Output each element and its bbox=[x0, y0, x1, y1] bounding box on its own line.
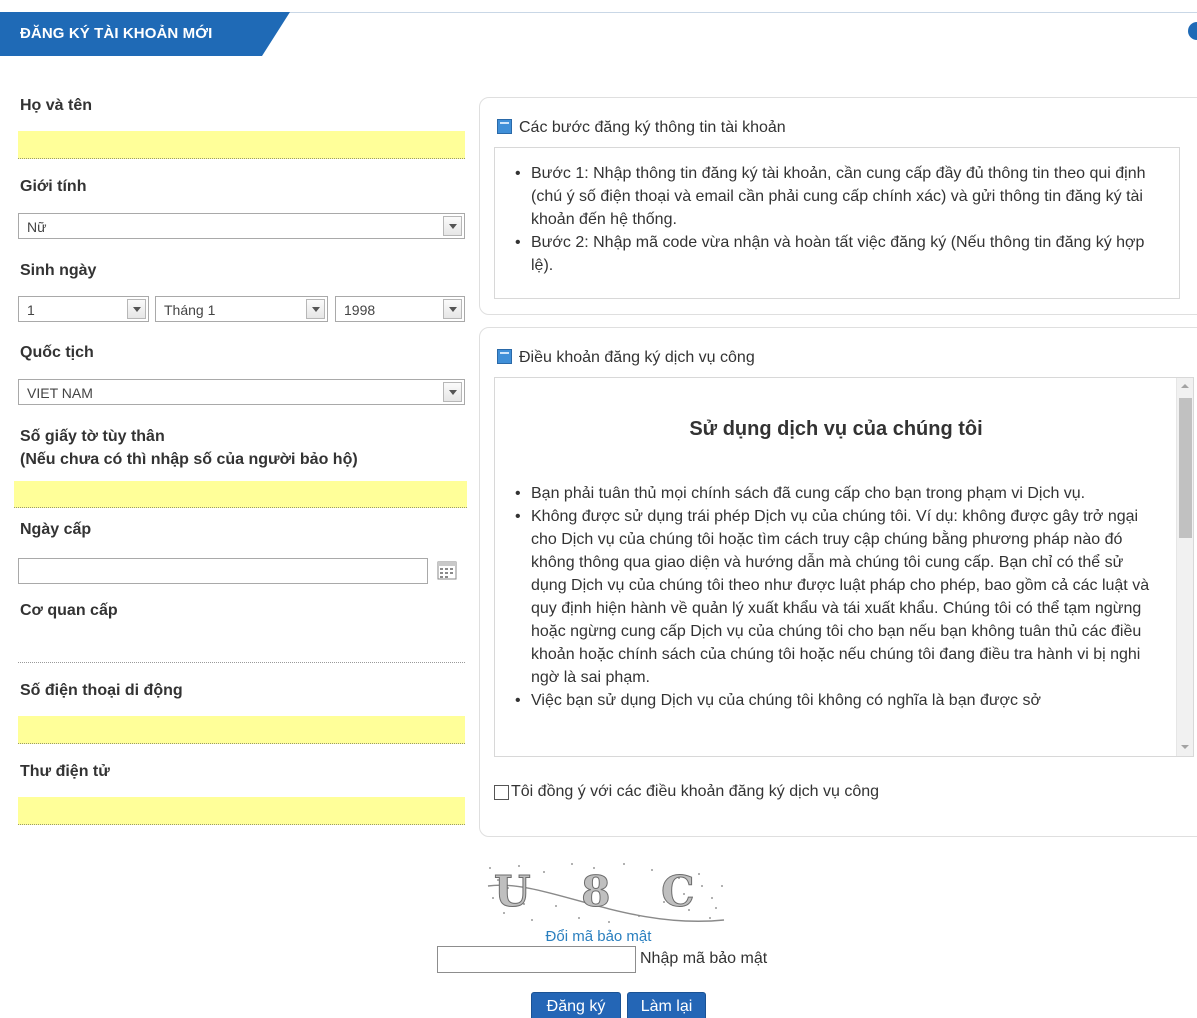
email-input[interactable] bbox=[18, 797, 465, 825]
birth-month-value: Tháng 1 bbox=[164, 302, 216, 318]
terms-title: Điều khoản đăng ký dịch vụ công bbox=[519, 349, 755, 366]
birth-day-select[interactable]: 1 bbox=[18, 296, 149, 322]
register-button[interactable]: Đăng ký bbox=[531, 992, 621, 1018]
nationality-select[interactable]: VIET NAM bbox=[18, 379, 465, 405]
help-icon[interactable] bbox=[1188, 22, 1197, 40]
birth-year-value: 1998 bbox=[344, 302, 376, 318]
gender-selected-value: Nữ bbox=[27, 219, 47, 235]
agree-terms[interactable]: Tôi đồng ý với các điều khoản đăng ký dị… bbox=[494, 783, 879, 801]
scrollbar-thumb[interactable] bbox=[1179, 398, 1192, 538]
terms-item: Không được sử dụng trái phép Dịch vụ của… bbox=[515, 505, 1155, 689]
info-icon bbox=[497, 349, 512, 364]
id-number-label: Số giấy tờ tùy thân bbox=[20, 428, 165, 445]
terms-content: Sử dụng dịch vụ của chúng tôi Bạn phải t… bbox=[495, 378, 1177, 756]
issue-date-input[interactable] bbox=[18, 558, 428, 584]
page-title: ĐĂNG KÝ TÀI KHOẢN MỚI bbox=[20, 25, 213, 42]
gender-label: Giới tính bbox=[20, 178, 87, 195]
terms-item: Bạn phải tuân thủ mọi chính sách đã cung… bbox=[515, 482, 1155, 505]
terms-scrollbar[interactable] bbox=[1176, 378, 1193, 756]
birth-day-value: 1 bbox=[27, 302, 35, 318]
chevron-down-icon[interactable] bbox=[127, 299, 146, 319]
captcha-input[interactable] bbox=[437, 946, 636, 973]
terms-heading: Sử dụng dịch vụ của chúng tôi bbox=[689, 418, 983, 440]
chevron-down-icon[interactable] bbox=[443, 299, 462, 319]
calendar-icon[interactable] bbox=[437, 561, 457, 580]
full-name-input[interactable] bbox=[18, 131, 465, 159]
id-number-input[interactable] bbox=[14, 481, 467, 508]
captcha-image: U 8 C bbox=[487, 863, 725, 923]
birth-month-select[interactable]: Tháng 1 bbox=[155, 296, 328, 322]
info-icon bbox=[497, 119, 512, 134]
chevron-down-icon[interactable] bbox=[443, 216, 462, 236]
id-number-sublabel: (Nếu chưa có thì nhập số của người bảo h… bbox=[20, 451, 358, 468]
gender-select[interactable]: Nữ bbox=[18, 213, 465, 239]
chevron-down-icon[interactable] bbox=[306, 299, 325, 319]
agree-label: Tôi đồng ý với các điều khoản đăng ký dị… bbox=[511, 783, 880, 800]
scroll-down-icon[interactable] bbox=[1177, 739, 1193, 756]
step-item: Bước 2: Nhập mã code vừa nhận và hoàn tấ… bbox=[515, 231, 1163, 277]
captcha-text: U 8 C bbox=[494, 867, 713, 916]
scroll-up-icon[interactable] bbox=[1177, 378, 1193, 395]
reset-button[interactable]: Làm lại bbox=[627, 992, 706, 1018]
birth-label: Sinh ngày bbox=[20, 262, 97, 279]
phone-label: Số điện thoại di động bbox=[20, 682, 183, 699]
issue-date-label: Ngày cấp bbox=[20, 521, 92, 538]
issuer-input[interactable] bbox=[18, 635, 465, 663]
steps-title: Các bước đăng ký thông tin tài khoản bbox=[519, 119, 786, 136]
nationality-label: Quốc tịch bbox=[20, 344, 94, 361]
full-name-label: Họ và tên bbox=[20, 97, 93, 114]
agree-checkbox[interactable] bbox=[494, 784, 509, 800]
steps-box: Bước 1: Nhập thông tin đăng ký tài khoản… bbox=[494, 147, 1180, 299]
birth-year-select[interactable]: 1998 bbox=[335, 296, 465, 322]
header-tab: ĐĂNG KÝ TÀI KHOẢN MỚI bbox=[0, 12, 290, 56]
captcha-input-label: Nhập mã bảo mật bbox=[640, 950, 768, 967]
chevron-down-icon[interactable] bbox=[443, 382, 462, 402]
terms-scroll-box[interactable]: Sử dụng dịch vụ của chúng tôi Bạn phải t… bbox=[494, 377, 1194, 757]
issuer-label: Cơ quan cấp bbox=[20, 602, 118, 619]
terms-item: Việc bạn sử dụng Dịch vụ của chúng tôi k… bbox=[515, 689, 1155, 712]
email-label: Thư điện tử bbox=[20, 763, 110, 780]
step-item: Bước 1: Nhập thông tin đăng ký tài khoản… bbox=[515, 162, 1163, 231]
nationality-selected-value: VIET NAM bbox=[27, 385, 93, 401]
phone-input[interactable] bbox=[18, 716, 465, 744]
change-captcha-link[interactable]: Đổi mã bảo mật bbox=[0, 928, 1197, 945]
